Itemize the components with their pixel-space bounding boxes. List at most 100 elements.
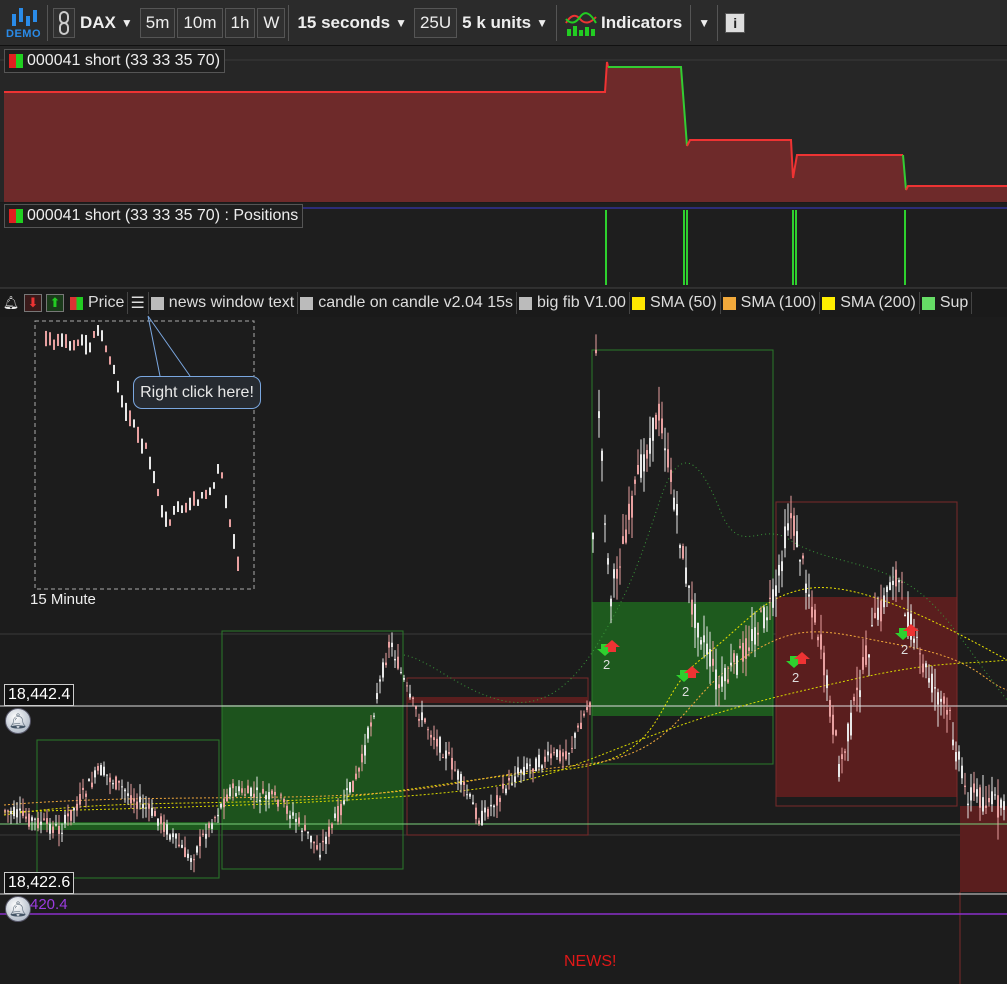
candle-body — [784, 526, 786, 549]
candle-body — [283, 798, 285, 803]
candle-body — [715, 669, 717, 690]
alert-bell-icon[interactable]: 🔔︎ — [5, 708, 31, 734]
legend-item-candle-on-candle[interactable]: candle on candle v2.04 15s — [298, 292, 517, 314]
candle-body — [517, 767, 519, 774]
alarm-bell-icon[interactable]: 🔔︎ — [2, 294, 20, 312]
candle-body — [43, 818, 45, 820]
candle-body — [469, 793, 471, 797]
inset-candle — [121, 395, 123, 408]
inset-candle — [61, 333, 63, 347]
candle-body — [931, 673, 933, 693]
candle-body — [634, 479, 636, 484]
color-swatch-icon — [519, 296, 532, 310]
inset-candle — [221, 472, 223, 479]
candle-body — [856, 687, 858, 691]
candle-body — [883, 595, 885, 608]
candle-body — [406, 685, 408, 687]
candle-body — [445, 750, 447, 759]
candle-body — [493, 805, 495, 808]
candle-body — [619, 566, 621, 568]
candle-body — [421, 712, 423, 721]
legend-label: Price — [88, 294, 125, 311]
candle-body — [166, 824, 168, 835]
candle-body — [1003, 801, 1005, 810]
sell-order-icon[interactable]: ⬇ — [24, 294, 42, 312]
candle-body — [706, 643, 708, 655]
candle-body — [928, 678, 930, 683]
candle-body — [964, 785, 966, 788]
inset-candle — [45, 330, 47, 347]
legend-label: SMA (50) — [649, 294, 717, 311]
candle-body — [358, 768, 360, 772]
inset-candle — [145, 442, 147, 449]
candle-body — [880, 600, 882, 622]
candle-body — [757, 632, 759, 635]
legend-item-sma-100[interactable]: SMA (100) — [721, 292, 821, 314]
candle-body — [712, 658, 714, 666]
candle-body — [670, 469, 672, 482]
candle-body — [595, 349, 597, 354]
candle-body — [487, 808, 489, 817]
legend-item-big-fib[interactable]: big fib V1.00 — [517, 292, 630, 314]
legend-item-sma-50[interactable]: SMA (50) — [630, 292, 721, 314]
candle-body — [373, 715, 375, 717]
candle-body — [685, 567, 687, 584]
candle-body — [205, 833, 207, 839]
candle-body — [730, 662, 732, 666]
candle-body — [367, 727, 369, 739]
candle-body — [811, 606, 813, 618]
candle-body — [454, 769, 456, 771]
inset-candle — [197, 499, 199, 506]
alert-bell-icon[interactable]: 🔔︎ — [5, 896, 31, 922]
candle-body — [400, 672, 402, 674]
candle-body — [415, 706, 417, 710]
strategy-color-icon — [9, 209, 23, 223]
candle-body — [55, 824, 57, 826]
candle-body — [316, 845, 318, 850]
candle-body — [946, 709, 948, 715]
candle-body — [85, 793, 87, 797]
candle-body — [550, 753, 552, 759]
candle-body — [37, 817, 39, 829]
color-swatch-icon — [921, 296, 935, 310]
inset-candle — [165, 511, 167, 527]
candle-body — [577, 725, 579, 728]
candle-body — [814, 609, 816, 623]
candle-body — [613, 569, 615, 579]
candle-body — [79, 794, 81, 805]
candle-body — [403, 678, 405, 680]
candle-body — [100, 765, 102, 776]
legend-item-news-window[interactable]: news window text — [149, 292, 299, 314]
legend-label: SMA (100) — [740, 294, 817, 311]
candle-body — [952, 739, 954, 746]
equity-pane-label[interactable]: 000041 short (33 33 35 70) — [4, 49, 226, 73]
positions-pane-label[interactable]: 000041 short (33 33 35 70) : Positions — [4, 204, 304, 228]
candle-body — [817, 636, 819, 641]
legend-item-price[interactable]: Price — [68, 292, 129, 314]
candle-body — [103, 766, 105, 776]
candle-body — [787, 523, 789, 531]
buy-order-icon[interactable]: ⬆ — [46, 294, 64, 312]
candle-body — [334, 813, 336, 819]
red-zone — [776, 597, 957, 797]
candle-body — [676, 503, 678, 516]
candle-body — [277, 800, 279, 807]
candle-body — [736, 655, 738, 675]
inset-candle — [129, 410, 131, 427]
chart-canvas[interactable] — [0, 0, 1007, 984]
candle-body — [982, 797, 984, 812]
candle-body — [523, 766, 525, 776]
candle-body — [718, 684, 720, 689]
candle-body — [733, 653, 735, 663]
candle-body — [343, 800, 345, 805]
candle-body — [502, 783, 504, 789]
candle-body — [109, 777, 111, 783]
candle-body — [790, 513, 792, 519]
legend-item-sma-200[interactable]: SMA (200) — [820, 292, 920, 314]
candle-body — [352, 780, 354, 792]
candle-body — [847, 723, 849, 742]
news-marker: NEWS! — [564, 953, 617, 970]
legend-menu-button[interactable]: ☰ — [128, 292, 149, 314]
candle-body — [538, 754, 540, 768]
legend-item-support[interactable]: Sup — [920, 292, 973, 314]
